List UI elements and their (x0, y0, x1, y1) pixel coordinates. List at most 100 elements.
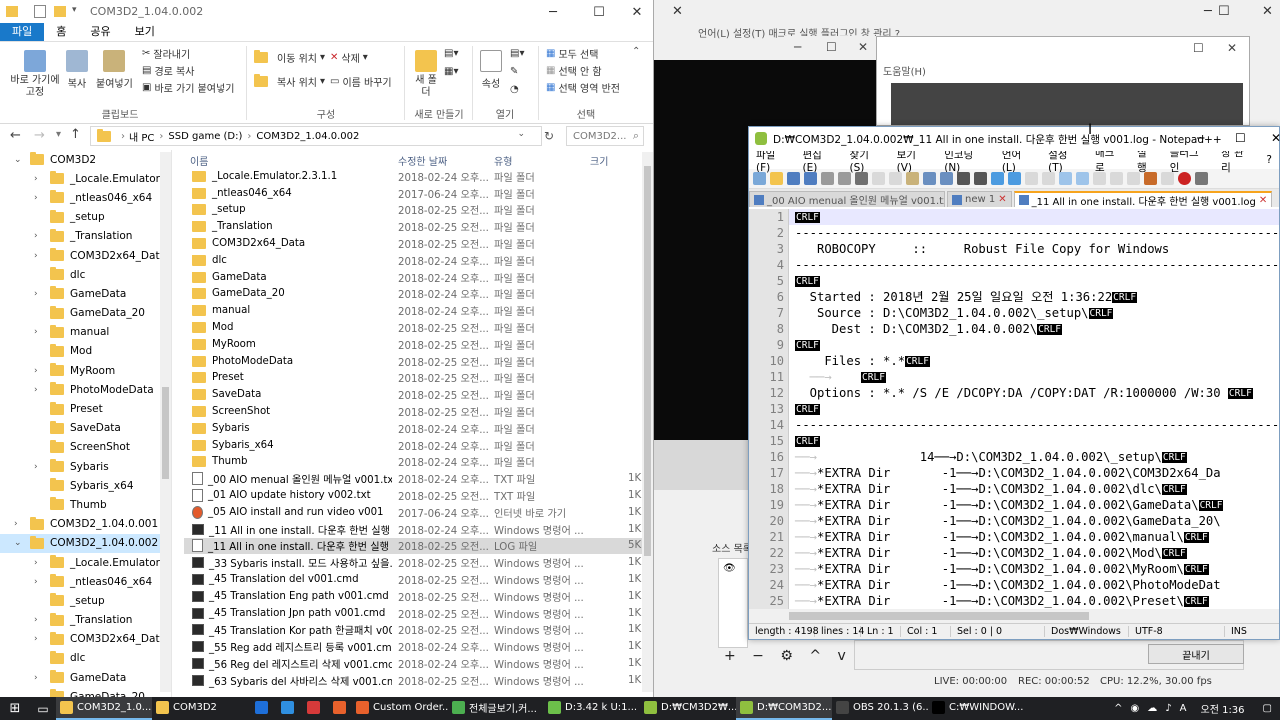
file-row[interactable]: MyRoom 2018-02-25 오전... 파일 폴더 (184, 336, 642, 353)
file-row[interactable]: COM3D2x64_Data 2018-02-25 오전... 파일 폴더 (184, 235, 642, 252)
select-all-button[interactable]: ▦ 모두 선택 (546, 46, 598, 61)
file-row[interactable]: _00 AIO menual 올인원 메뉴얼 v001.txt 2018-02-2… (184, 470, 642, 487)
doc-map-icon[interactable] (1110, 172, 1123, 185)
search-input[interactable]: COM3D2... ⌕ (566, 126, 644, 146)
paste-shortcut-button[interactable]: ▣ 바로 가기 붙여넣기 (142, 80, 234, 95)
taskbar-button[interactable] (274, 697, 300, 720)
zoom-out-icon[interactable] (1008, 172, 1021, 185)
minimize-icon[interactable]: ─ (1197, 131, 1204, 145)
nav-item[interactable]: › COM3D2x64_Data (0, 630, 171, 649)
chevron-right-icon[interactable]: › (34, 634, 38, 644)
chevron-right-icon[interactable]: › (34, 251, 38, 261)
forward-arrow-icon[interactable]: → (34, 128, 45, 143)
chevron-down-icon[interactable]: ▾ (72, 5, 77, 15)
nav-item[interactable]: › _Translation (0, 227, 171, 246)
file-row[interactable]: _setup 2018-02-25 오전... 파일 폴더 (184, 202, 642, 219)
npp-menu-item[interactable]: ? (1259, 154, 1279, 166)
taskbar-button[interactable] (300, 697, 326, 720)
breadcrumb-drive[interactable]: SSD game (D:) (168, 131, 242, 142)
history-button[interactable]: ◔ (510, 84, 519, 95)
scrollbar-thumb[interactable] (789, 612, 1089, 620)
nav-item[interactable]: Thumb (0, 495, 171, 514)
file-row[interactable]: _01 AIO update history v002.txt 2018-02-2… (184, 487, 642, 504)
help-menu[interactable]: 도움말(H) (883, 63, 926, 78)
open-button[interactable]: ▤▾ (510, 48, 524, 59)
obs-exit-button[interactable]: 끝내기 (1148, 644, 1244, 664)
indent-guide-icon[interactable] (1076, 172, 1089, 185)
select-none-button[interactable]: ▦ 선택 안 함 (546, 63, 602, 78)
notification-icon[interactable]: ▢ (1255, 703, 1280, 714)
taskbar-button[interactable]: D:3.42 k U:1... (544, 697, 640, 720)
pin-button[interactable]: 바로 가기에 고정 (8, 50, 62, 99)
nav-item[interactable]: SaveData (0, 419, 171, 438)
chevron-up-icon[interactable]: ⌃ (632, 46, 640, 57)
nav-item[interactable]: › _Locale.Emulator.2.3.1 (0, 553, 171, 572)
nav-item[interactable]: › _Translation (0, 611, 171, 630)
close-icon[interactable]: ✕ (1271, 131, 1280, 145)
file-row[interactable]: GameData_20 2018-02-24 오후... 파일 폴더 (184, 286, 642, 303)
close-icon[interactable]: ✕ (1262, 4, 1273, 19)
file-row[interactable]: _33 Sybaris install. 모드 사용하고 싶을... 2018-0… (184, 554, 642, 571)
minimize-icon[interactable]: ─ (1204, 4, 1212, 19)
maximize-icon[interactable]: ☐ (1235, 131, 1246, 145)
chevron-right-icon[interactable]: › (34, 174, 38, 184)
nav-item[interactable]: › COM3D2x64_Data (0, 246, 171, 265)
chevron-right-icon[interactable]: › (34, 615, 38, 625)
copy-icon[interactable] (889, 172, 902, 185)
chevron-right-icon[interactable]: › (34, 231, 38, 241)
taskbar-button[interactable] (248, 697, 274, 720)
chevron-right-icon[interactable]: › (34, 577, 38, 587)
close-tab-icon[interactable]: ✕ (1259, 195, 1267, 206)
nav-item[interactable]: Sybaris_x64 (0, 476, 171, 495)
nav-item[interactable]: GameData_20 (0, 687, 171, 697)
address-box[interactable]: › 내 PC › SSD game (D:) › COM3D2_1.04.0.0… (90, 126, 542, 146)
open-file-icon[interactable] (770, 172, 783, 185)
file-row[interactable]: _55 Reg add 레지스트리 등록 v001.cmd 2018-02-24 … (184, 638, 642, 655)
copy-path-button[interactable]: ▤ 경로 복사 (142, 63, 194, 78)
save-icon[interactable] (787, 172, 800, 185)
close-icon[interactable]: ✕ (614, 0, 660, 24)
nav-item[interactable]: › Sybaris (0, 457, 171, 476)
nav-scrollbar[interactable] (160, 152, 171, 692)
taskbar-button[interactable] (326, 697, 352, 720)
nav-item[interactable]: ScreenShot (0, 438, 171, 457)
copy-to-button[interactable]: 복사 위치 ▾ (254, 74, 325, 89)
file-row[interactable]: _Translation 2018-02-25 오전... 파일 폴더 (184, 218, 642, 235)
new-folder-button[interactable]: 새 폴더 (414, 50, 438, 99)
taskbar-button[interactable]: C:₩WINDOW... (928, 697, 1024, 720)
column-name[interactable]: 이름 (190, 153, 208, 168)
file-row[interactable]: _ntleas046_x64 2017-06-24 오후... 파일 폴더 (184, 185, 642, 202)
chevron-right-icon[interactable]: › (34, 193, 38, 203)
taskbar-button[interactable]: D:₩COM3D2... (736, 697, 832, 720)
cloud-icon[interactable]: ☁ (1143, 703, 1161, 714)
maximize-icon[interactable]: ☐ (826, 40, 837, 54)
file-row[interactable]: _11 All in one install. 다운후 한번 실행 ... 201… (184, 537, 642, 555)
start-icon[interactable]: ⊞ (0, 701, 30, 716)
chevron-right-icon[interactable]: › (34, 462, 38, 472)
back-arrow-icon[interactable]: ← (10, 128, 21, 143)
close-tab-icon[interactable]: ✕ (998, 194, 1006, 205)
close-icon[interactable]: ✕ (672, 4, 683, 19)
npp-tab[interactable]: new 1 ✕ (947, 191, 1012, 207)
taskbar-button[interactable]: COM3D2 (152, 697, 248, 720)
tray-overflow-icon[interactable]: ^ (1110, 703, 1126, 714)
file-row[interactable]: _45 Translation Jpn path v001.cmd 2018-02… (184, 605, 642, 622)
column-date[interactable]: 수정한 날짜 (398, 153, 447, 168)
copy-button[interactable]: 복사 (66, 50, 88, 90)
file-list-scrollbar[interactable] (642, 152, 653, 692)
taskbar-button[interactable]: COM3D2_1.0... (56, 697, 152, 720)
file-row[interactable]: _45 Translation Eng path v001.cmd 2018-02… (184, 588, 642, 605)
chevron-down-icon[interactable]: ▾ (56, 129, 61, 140)
save-all-icon[interactable] (804, 172, 817, 185)
breadcrumb-this-pc[interactable]: 내 PC (129, 129, 154, 144)
cut-button[interactable]: ✂ 잘라내기 (142, 46, 190, 61)
column-type[interactable]: 유형 (494, 153, 512, 168)
nav-item[interactable]: _setup (0, 208, 171, 227)
taskbar-button[interactable]: OBS 20.1.3 (6... (832, 697, 928, 720)
file-row[interactable]: Mod 2018-02-25 오전... 파일 폴더 (184, 319, 642, 336)
maximize-icon[interactable]: ☐ (1193, 41, 1204, 55)
close-icon[interactable]: ✕ (1227, 41, 1237, 55)
tab-share[interactable]: 공유 (78, 23, 122, 41)
file-row[interactable]: _45 Translation Kor path 한글패치 v001.... 20… (184, 622, 642, 639)
file-row[interactable]: SaveData 2018-02-25 오전... 파일 폴더 (184, 386, 642, 403)
